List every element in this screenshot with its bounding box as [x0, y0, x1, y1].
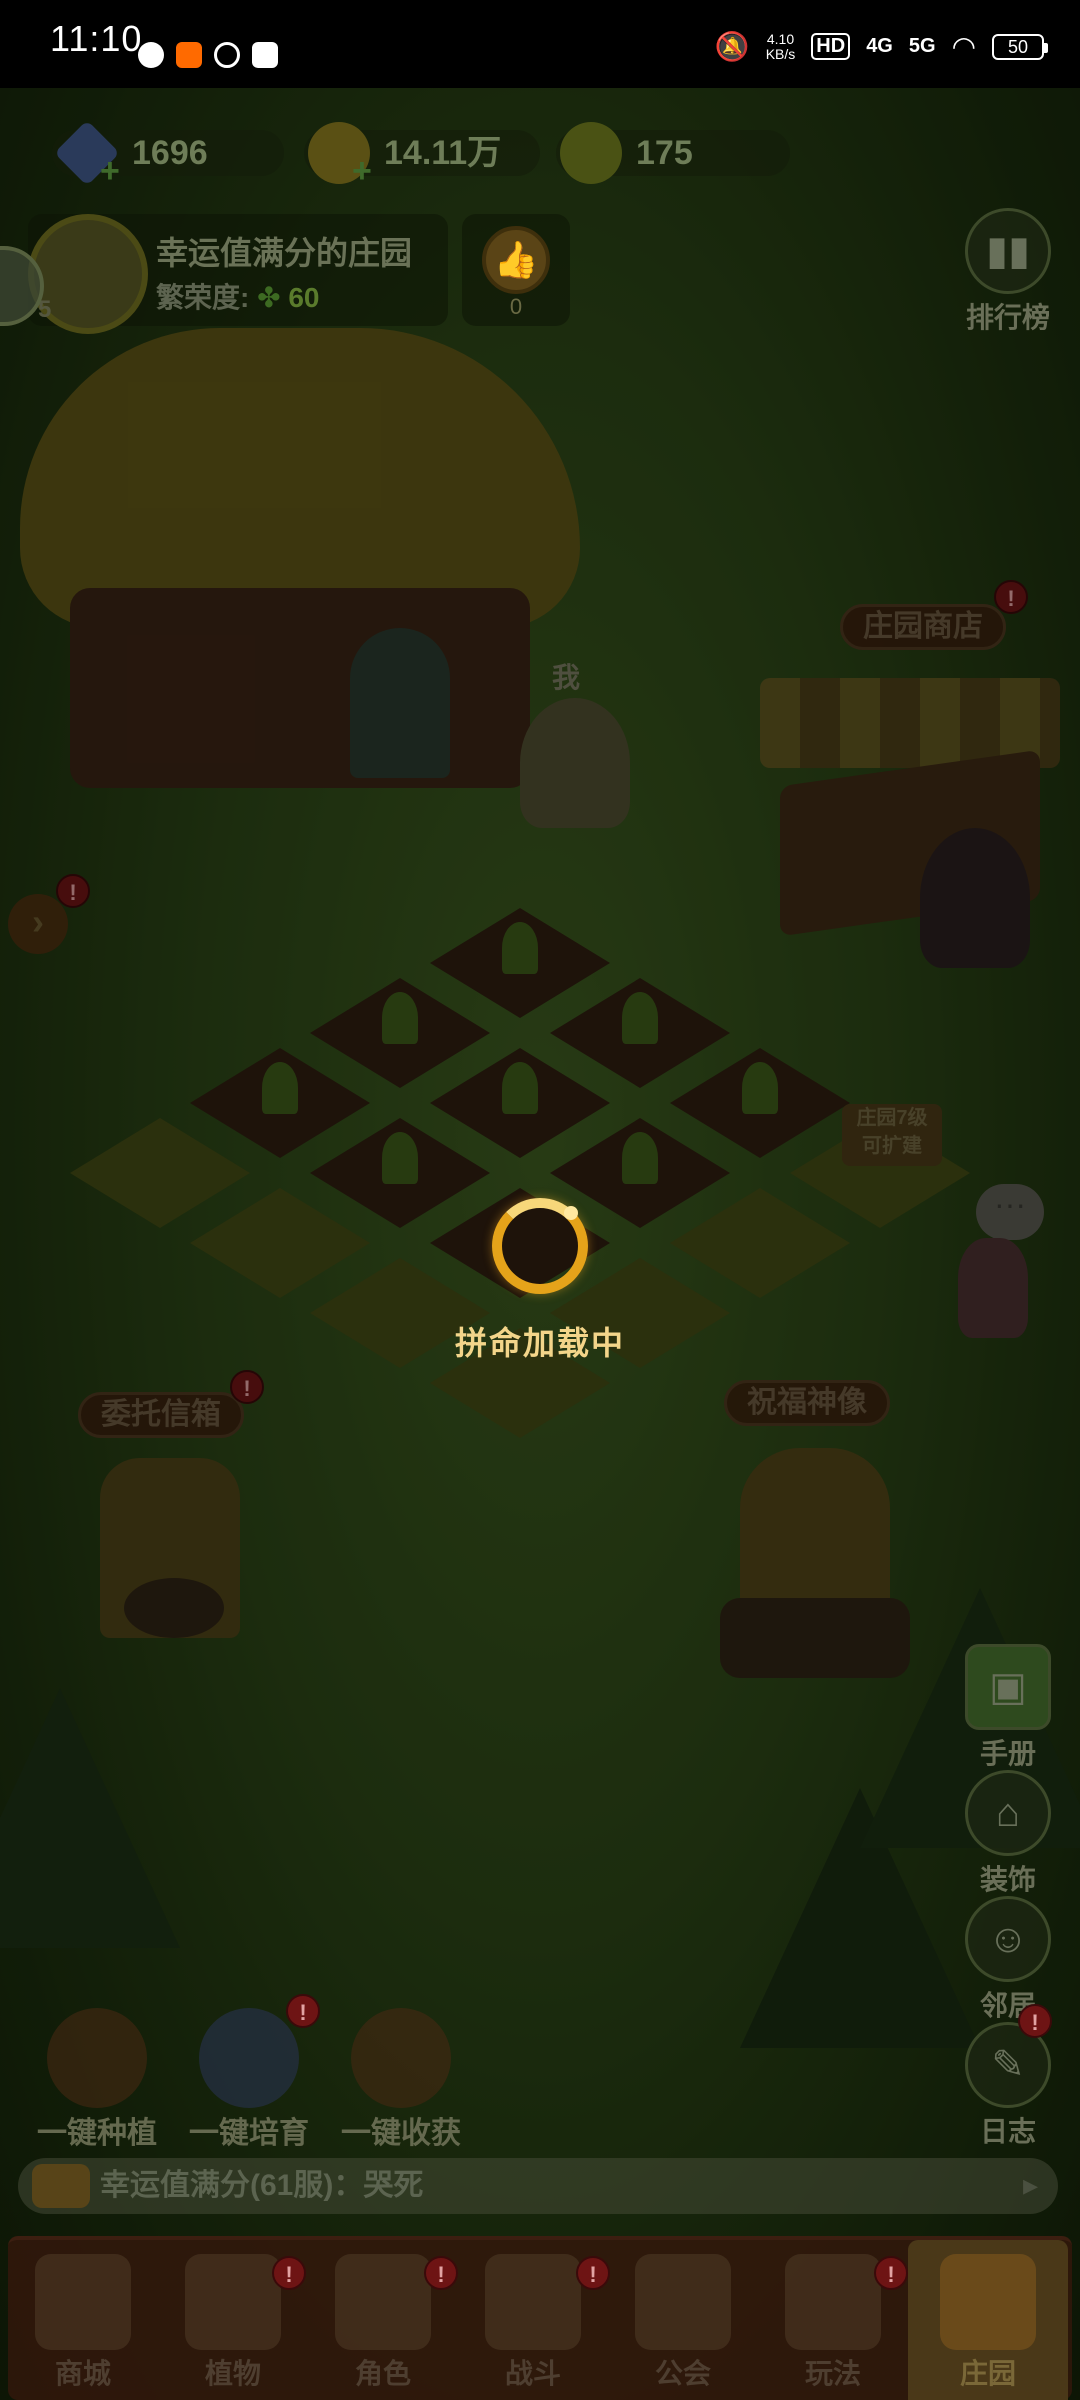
tab-guild[interactable]: 公会 [608, 2240, 758, 2400]
neighbor-button[interactable]: ☺ 邻居 [958, 1896, 1058, 2024]
message-icon [252, 42, 278, 68]
status-time: 11:10 [50, 18, 143, 59]
tab-battle-badge: ! [576, 2256, 610, 2290]
carrot-value: 175 [636, 134, 693, 172]
neighbor-face-icon: ☺ [965, 1896, 1051, 1982]
tab-farm[interactable]: 庄园 [908, 2240, 1068, 2400]
mute-bell-icon: 🔕 [714, 31, 750, 62]
storefront-icon: ⌂ [965, 1770, 1051, 1856]
chat-bubble-icon [138, 42, 164, 68]
farm-house-icon [940, 2254, 1036, 2350]
clover-icon: ✤ [257, 282, 281, 313]
gem-value: 1696 [132, 134, 208, 172]
handbook-button[interactable]: ▣ 手册 [958, 1644, 1058, 1772]
tab-characters-badge: ! [424, 2256, 458, 2290]
plant-icon [185, 2254, 281, 2350]
taobao-icon [176, 42, 202, 68]
chat-message: 幸运值满分(61服)：哭死 [100, 2169, 424, 2202]
log-button[interactable]: ✎ 日志 [958, 2022, 1058, 2150]
prosperity: 繁荣度: ✤ 60 [156, 282, 320, 313]
add-gem-icon[interactable]: + [100, 148, 120, 194]
nurture-badge: ! [286, 1994, 320, 2028]
notification-icons [138, 42, 278, 68]
farm-scene[interactable]: 我 庄园商店 ! › ! 庄园7级 可扩建 ··· 委托信箱 ! 祝福神像 + … [0, 88, 1080, 2400]
status-right: 🔕 4.10 KB/s HD 4G 5G ◠ 50 [714, 30, 1048, 63]
loading-spinner-icon [492, 1198, 588, 1294]
bar-chart-icon: ▮▮ [965, 208, 1051, 294]
coin-value: 14.11万 [384, 134, 502, 172]
bottom-tab-bar: 商城 植物 角色 战斗 公会 玩法 庄园 [8, 2236, 1072, 2400]
log-badge: ! [1018, 2004, 1052, 2038]
signal-4g-icon: 4G [866, 35, 893, 57]
farm-profile-card[interactable]: 5 幸运值满分的庄园 繁荣度: ✤ 60 [28, 214, 448, 334]
basket-icon [351, 2008, 451, 2108]
mall-icon [35, 2254, 131, 2350]
wifi-icon: ◠ [951, 31, 976, 62]
hd-icon: HD [811, 33, 851, 60]
thumbs-up-icon: 👍 [482, 226, 550, 294]
play-icon [785, 2254, 881, 2350]
net-speed: 4.10 KB/s [765, 30, 796, 62]
tab-plants-badge: ! [272, 2256, 306, 2290]
status-bar: 11:10 🔕 4.10 KB/s HD 4G 5G ◠ 50 [0, 0, 1080, 88]
watering-can-icon [199, 2008, 299, 2108]
battery-icon: 50 [992, 33, 1048, 60]
coin-counter[interactable]: + 14.11万 [304, 122, 540, 190]
gem-counter[interactable]: + 1696 [52, 120, 284, 190]
harvest-all-button[interactable]: 一键收获 [326, 2008, 476, 2152]
signal-5g-icon: 5G [908, 35, 936, 57]
ranking-button[interactable]: ▮▮ 排行榜 [958, 208, 1058, 336]
world-chat-bar[interactable]: 幸运值满分(61服)：哭死 ▸ [18, 2158, 1058, 2214]
tab-mall[interactable]: 商城 [8, 2240, 158, 2400]
chat-arrow-icon: ▸ [1022, 2169, 1038, 2202]
chat-icon [32, 2164, 90, 2208]
guild-icon [635, 2254, 731, 2350]
add-coin-icon[interactable]: + [352, 148, 372, 194]
loading-text: 拼命加载中 [454, 1325, 625, 1361]
decorate-button[interactable]: ⌂ 装饰 [958, 1770, 1058, 1898]
carrot-icon [560, 122, 622, 184]
flower-pot-icon [47, 2008, 147, 2108]
carrot-counter[interactable]: 175 [556, 122, 790, 184]
plant-all-button[interactable]: 一键种植 [22, 2008, 172, 2152]
tab-play-badge: ! [874, 2256, 908, 2290]
farm-name: 幸运值满分的庄园 [156, 235, 413, 271]
character-icon [335, 2254, 431, 2350]
app-icon [214, 42, 240, 68]
handbook-icon: ▣ [965, 1644, 1051, 1730]
crossed-swords-icon [485, 2254, 581, 2350]
like-count: 0 [509, 294, 523, 319]
like-button[interactable]: 👍 0 [462, 214, 570, 326]
nurture-all-button[interactable]: 一键培育 [174, 2008, 324, 2152]
